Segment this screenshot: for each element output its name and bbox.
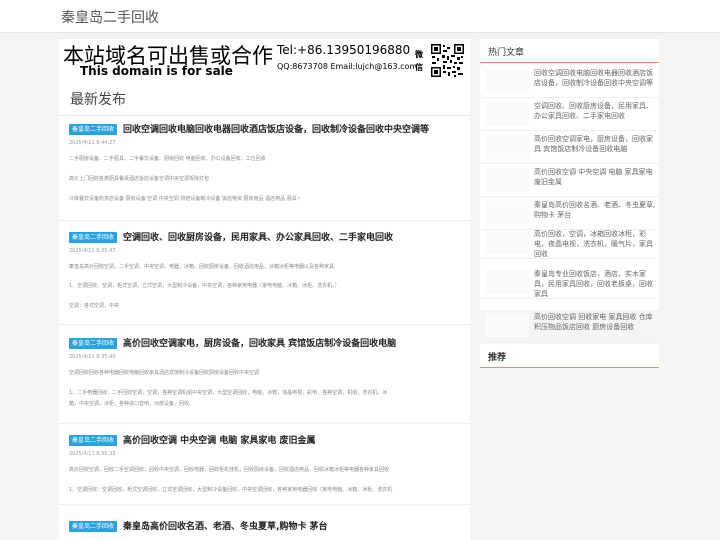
article-date: 2025/4/11 8:35:40 — [69, 354, 116, 360]
category-badge[interactable]: 秦皇岛二手回收 — [69, 338, 118, 349]
article-excerpt-line: 1、空调回收：空调回收，柜式空调回收，立式空调回收，大型制冷设备回收，中央空调回… — [69, 487, 393, 493]
article-excerpt-line: 冷库餐饮设备奶茶店设备 厨房设备 空调 中央空调 烘焙设备制冷设备 饭店物资 厨… — [69, 196, 301, 202]
article-thumbnail — [485, 270, 529, 294]
article-excerpt-line: 秦皇岛高价回收空调，二手空调，中央空调，电器，冰箱，回收厨房设备，回收酒店用品，… — [69, 264, 335, 270]
article-excerpt-line: 1、空调回收：空调，柜式空调，立式空调，大型制冷设备，中央空调，各种家用电器（家… — [69, 283, 340, 289]
article-excerpt-line: 空调：各式空调，中央 — [69, 303, 120, 309]
domain-sale-banner: 本站域名可出售或合作 This domain is for sale Tel:+… — [59, 39, 470, 85]
article-date: 2025/4/11 8:44:27 — [69, 140, 116, 146]
banner-phone: Tel:+86.13950196880 — [277, 43, 411, 57]
article-thumbnail — [485, 201, 529, 225]
hot-article-link[interactable]: 秦皇岛高价回收名酒、老酒、冬虫夏草,购物卡 茅台 — [534, 200, 656, 220]
article-item: 秦皇岛二手回收 高价回收空调家电，厨房设备，回收家具 宾馆饭店制冷设备回收电脑 … — [59, 338, 470, 424]
hot-article-link[interactable]: 空调回收、回收厨房设备，民用家具、办公家具回收、二手家电回收 — [534, 101, 656, 121]
article-thumbnail — [485, 168, 529, 192]
hot-articles-title: 热门文章 — [488, 48, 525, 58]
hot-article-item[interactable]: 回收空调回收电脑回收电器回收酒店饭店设备，回收制冷设备回收中央空调等 — [480, 65, 659, 98]
qr-code-icon — [430, 43, 465, 78]
article-excerpt-line: 高价上门回收各类厨具餐桌酒店饭店设备空调中央空调拆除打包 — [69, 176, 210, 182]
hot-article-item[interactable]: 高价回收，空调，冰箱回收冰柜，彩电，夜晶电视，洗衣机，暖气片，家具回收 — [480, 226, 659, 259]
article-thumbnail — [485, 102, 529, 126]
latest-posts-heading: 最新发布 — [70, 92, 126, 108]
banner-wechat-label: 微信 — [415, 50, 423, 72]
article-date: 2025/4/11 8:35:47 — [69, 248, 116, 254]
article-item: 秦皇岛二手回收 秦皇岛高价回收名酒、老酒、冬虫夏草,购物卡 茅台 — [59, 521, 470, 540]
article-excerpt-line: 高价回收空调，回收二手空调回收，回收中央空调，回收电器，回收柜机挂机，回收厨房设… — [69, 467, 390, 473]
article-title[interactable]: 高价回收空调 中央空调 电脑 家具家电 废旧金属 — [123, 433, 316, 446]
article-title[interactable]: 高价回收空调家电，厨房设备，回收家具 宾馆饭店制冷设备回收电脑 — [123, 336, 396, 349]
article-title[interactable]: 空调回收、回收厨房设备，民用家具、办公家具回收、二手家电回收 — [123, 230, 393, 243]
hot-articles-header: 热门文章 — [480, 39, 659, 63]
site-title[interactable]: 秦皇岛二手回收 — [61, 7, 159, 27]
hot-article-link[interactable]: 高价回收空调家电，厨房设备，回收家具 宾馆饭店制冷设备回收电脑 — [534, 134, 656, 154]
article-thumbnail — [485, 135, 529, 159]
hot-articles-panel: 热门文章 回收空调回收电脑回收电器回收酒店饭店设备，回收制冷设备回收中央空调等 … — [480, 39, 659, 342]
hot-article-link[interactable]: 回收空调回收电脑回收电器回收酒店饭店设备，回收制冷设备回收中央空调等 — [534, 68, 656, 88]
article-thumbnail — [485, 313, 529, 337]
hot-article-item[interactable]: 空调回收、回收厨房设备，民用家具、办公家具回收、二手家电回收 — [480, 98, 659, 131]
top-bar: 秦皇岛二手回收 — [0, 0, 720, 33]
heading-divider — [59, 115, 470, 116]
article-date: 2025/4/11 8:35:33 — [69, 451, 116, 457]
hot-article-link[interactable]: 高价回收，空调，冰箱回收冰柜，彩电，夜晶电视，洗衣机，暖气片，家具回收 — [534, 229, 656, 259]
hot-article-item[interactable]: 高价回收空调 回收家电 家具回收 仓库积压物品饭店回收 厨房设备回收 — [480, 309, 659, 342]
category-badge[interactable]: 秦皇岛二手回收 — [69, 435, 118, 446]
hot-article-link[interactable]: 秦皇岛专业回收饭店，酒店，实木家具，民用家具回收，回收老板桌，回收家具 — [534, 269, 656, 299]
main-column: 本站域名可出售或合作 This domain is for sale Tel:+… — [59, 39, 470, 540]
article-excerpt-line: 1、二手电器回收：二手回收空调，空调，各种空调机组中央空调，大型空调回收，电脑，… — [69, 390, 388, 396]
category-badge[interactable]: 秦皇岛二手回收 — [69, 124, 118, 135]
article-title[interactable]: 回收空调回收电脑回收电器回收酒店饭店设备，回收制冷设备回收中央空调等 — [123, 122, 429, 135]
banner-english-text: This domain is for sale — [80, 64, 233, 78]
article-thumbnail — [485, 69, 529, 93]
article-item: 秦皇岛二手回收 空调回收、回收厨房设备，民用家具、办公家具回收、二手家电回收 2… — [59, 232, 470, 325]
recommend-title: 推荐 — [488, 353, 507, 363]
article-thumbnail — [485, 230, 529, 254]
article-excerpt-line: 箱，中央空调，冰柜，各种进口音响，功放设备，回收。 — [69, 401, 195, 407]
article-excerpt-line: 空调回收回收各种电器回收电脑回收家具酒店宾馆制冷设备回收厨房设备回收中央空调 — [69, 370, 260, 376]
category-badge[interactable]: 秦皇岛二手回收 — [69, 521, 118, 532]
article-item: 秦皇岛二手回收 高价回收空调 中央空调 电脑 家具家电 废旧金属 2025/4/… — [59, 435, 470, 505]
article-title[interactable]: 秦皇岛高价回收名酒、老酒、冬虫夏草,购物卡 茅台 — [123, 519, 328, 532]
hot-article-link[interactable]: 高价回收空调 中央空调 电脑 家具家电 废旧金属 — [534, 167, 656, 187]
hot-article-item[interactable]: 高价回收空调家电，厨房设备，回收家具 宾馆饭店制冷设备回收电脑 — [480, 131, 659, 164]
hot-article-item[interactable]: 高价回收空调 中央空调 电脑 家具家电 废旧金属 — [480, 164, 659, 197]
banner-contact: QQ:8673708 Email:lujch@163.com — [277, 62, 418, 71]
article-item: 秦皇岛二手回收 回收空调回收电脑回收电器回收酒店饭店设备，回收制冷设备回收中央空… — [59, 124, 470, 221]
hot-article-link[interactable]: 高价回收空调 回收家电 家具回收 仓库积压物品饭店回收 厨房设备回收 — [534, 312, 656, 332]
category-badge[interactable]: 秦皇岛二手回收 — [69, 232, 118, 243]
article-excerpt-line: 二手厨房设备、二手厨具、二手餐饮设备、厨房回收 电脑回收、办公设备回收、工位回收 — [69, 156, 266, 162]
recommend-panel-header: 推荐 — [480, 344, 659, 368]
hot-article-item[interactable]: 秦皇岛专业回收饭店，酒店，实木家具，民用家具回收，回收老板桌，回收家具 — [480, 266, 659, 299]
